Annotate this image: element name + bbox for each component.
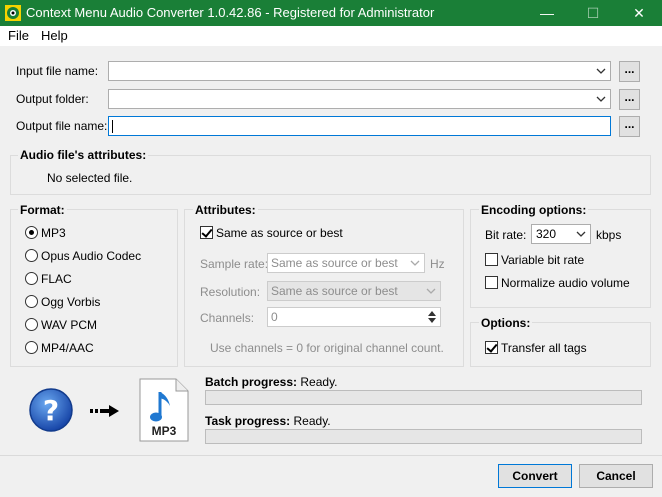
- output-file-input[interactable]: [108, 116, 611, 136]
- chevron-down-icon: [596, 68, 606, 74]
- batch-progress-label: Batch progress:: [205, 375, 298, 389]
- format-option-label: MP3: [41, 226, 66, 240]
- svg-text:?: ?: [43, 394, 59, 427]
- options-title: Options:: [479, 316, 533, 330]
- channels-label: Channels:: [200, 311, 255, 325]
- task-progress-bar: [205, 429, 642, 444]
- task-progress-status: Ready.: [293, 414, 331, 428]
- resolution-combo[interactable]: Same as source or best: [267, 281, 441, 301]
- radio-mp4[interactable]: [25, 341, 38, 354]
- channels-value: 0: [271, 310, 278, 324]
- task-progress-text: Task progress: Ready.: [205, 414, 331, 428]
- menu-file[interactable]: File: [8, 28, 29, 43]
- spinner-arrows-icon[interactable]: [426, 309, 438, 325]
- audio-attributes-title: Audio file's attributes:: [18, 148, 149, 162]
- output-file-browse-button[interactable]: ...: [619, 116, 640, 137]
- channels-spinner[interactable]: 0: [267, 307, 441, 327]
- format-option-label: FLAC: [41, 272, 72, 286]
- format-option-label: MP4/AAC: [41, 341, 94, 355]
- resolution-value: Same as source or best: [271, 284, 398, 298]
- text-caret: [112, 120, 113, 133]
- mp3-file-icon-label: MP3: [151, 424, 177, 438]
- sample-rate-value: Same as source or best: [271, 256, 398, 270]
- same-as-source-checkbox[interactable]: Same as source or best: [200, 226, 400, 242]
- sample-rate-combo[interactable]: Same as source or best: [267, 253, 425, 273]
- output-folder-label: Output folder:: [16, 92, 89, 106]
- format-option-opus[interactable]: Opus Audio Codec: [25, 249, 175, 265]
- bitrate-combo[interactable]: 320: [531, 224, 591, 244]
- title-bar: Context Menu Audio Converter 1.0.42.86 -…: [0, 0, 662, 26]
- batch-progress-status: Ready.: [300, 375, 338, 389]
- attributes-title: Attributes:: [193, 203, 258, 217]
- menu-bar: File Help: [0, 26, 662, 46]
- format-option-wav[interactable]: WAV PCM: [25, 318, 175, 334]
- close-button[interactable]: ✕: [616, 0, 662, 26]
- format-option-label: Opus Audio Codec: [41, 249, 142, 263]
- input-file-browse-button[interactable]: ...: [619, 61, 640, 82]
- checkbox-same-as-source[interactable]: [200, 226, 213, 239]
- encoding-title: Encoding options:: [479, 203, 589, 217]
- chevron-down-icon: [596, 96, 606, 102]
- transfer-tags-checkbox[interactable]: Transfer all tags: [485, 341, 645, 357]
- format-option-flac[interactable]: FLAC: [25, 272, 175, 288]
- maximize-button[interactable]: ☐: [570, 0, 616, 26]
- format-option-mp4[interactable]: MP4/AAC: [25, 341, 175, 357]
- checkbox-transfer-tags[interactable]: [485, 341, 498, 354]
- sample-rate-label: Sample rate:: [200, 257, 269, 271]
- help-icon[interactable]: ?: [28, 387, 74, 433]
- sample-rate-unit: Hz: [430, 257, 445, 271]
- output-folder-combo[interactable]: [108, 89, 611, 109]
- chevron-down-icon: [426, 288, 436, 294]
- app-icon: [5, 5, 21, 21]
- format-option-mp3[interactable]: MP3: [25, 226, 175, 242]
- normalize-label: Normalize audio volume: [501, 276, 630, 290]
- normalize-checkbox[interactable]: Normalize audio volume: [485, 276, 645, 292]
- batch-progress-text: Batch progress: Ready.: [205, 375, 338, 389]
- minimize-button[interactable]: —: [524, 0, 570, 26]
- resolution-label: Resolution:: [200, 285, 261, 299]
- same-as-source-label: Same as source or best: [216, 226, 343, 240]
- format-title: Format:: [18, 203, 67, 217]
- output-folder-browse-button[interactable]: ...: [619, 89, 640, 110]
- radio-mp3[interactable]: [25, 226, 38, 239]
- batch-progress-bar: [205, 390, 642, 405]
- radio-opus[interactable]: [25, 249, 38, 262]
- radio-wav[interactable]: [25, 318, 38, 331]
- radio-ogg[interactable]: [25, 295, 38, 308]
- transfer-tags-label: Transfer all tags: [501, 341, 587, 355]
- input-file-label: Input file name:: [16, 64, 99, 78]
- window-title: Context Menu Audio Converter 1.0.42.86 -…: [26, 5, 435, 20]
- bitrate-label: Bit rate:: [485, 228, 527, 242]
- format-option-label: Ogg Vorbis: [41, 295, 101, 309]
- menu-help[interactable]: Help: [41, 28, 68, 43]
- cancel-button[interactable]: Cancel: [579, 464, 653, 488]
- checkbox-normalize[interactable]: [485, 276, 498, 289]
- vbr-label: Variable bit rate: [501, 253, 585, 267]
- convert-button[interactable]: Convert: [498, 464, 572, 488]
- chevron-down-icon: [410, 260, 420, 266]
- bottom-separator: [0, 455, 662, 456]
- chevron-down-icon: [576, 231, 586, 237]
- vbr-checkbox[interactable]: Variable bit rate: [485, 253, 645, 269]
- input-file-combo[interactable]: [108, 61, 611, 81]
- channels-hint: Use channels = 0 for original channel co…: [210, 341, 444, 355]
- bitrate-value: 320: [536, 227, 557, 241]
- format-option-ogg[interactable]: Ogg Vorbis: [25, 295, 175, 311]
- audio-attributes-text: No selected file.: [47, 171, 133, 185]
- format-option-label: WAV PCM: [41, 318, 97, 332]
- output-file-label: Output file name:: [16, 119, 108, 133]
- radio-flac[interactable]: [25, 272, 38, 285]
- checkbox-vbr[interactable]: [485, 253, 498, 266]
- task-progress-label: Task progress:: [205, 414, 291, 428]
- bitrate-unit: kbps: [596, 228, 622, 242]
- arrow-right-icon: [90, 405, 119, 417]
